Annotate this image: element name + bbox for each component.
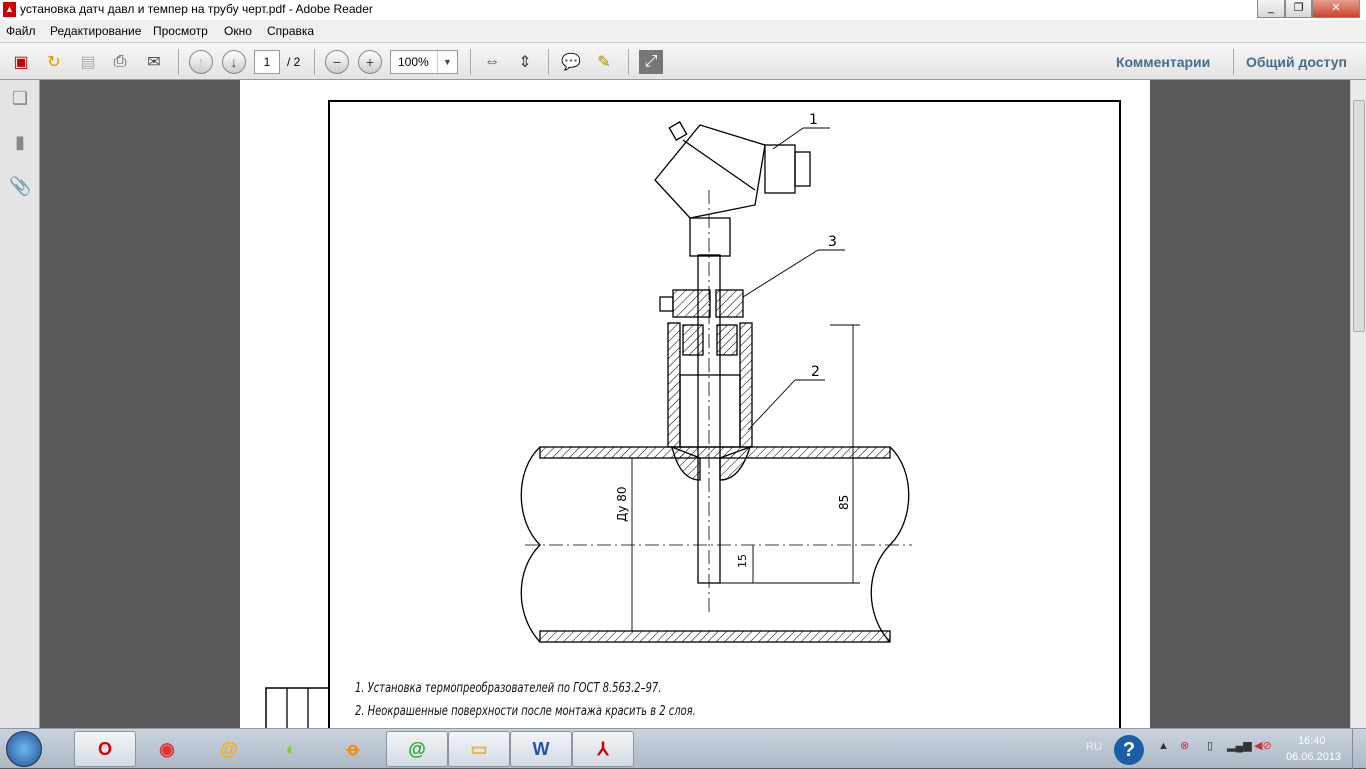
taskbar-adobe-reader[interactable]: ⅄ [572,731,634,767]
volume-muted-icon[interactable]: ◀⊘ [1254,739,1272,752]
help-icon[interactable]: ? [1114,735,1144,765]
taskbar-icq-agent[interactable]: @ [386,731,448,767]
dim-15: 15 [736,554,749,568]
clock-date[interactable]: 06.06.2013 [1286,751,1341,763]
dim-85: 85 [837,495,851,510]
clock-time[interactable]: 16:40 [1298,735,1326,747]
taskbar-opera[interactable]: O [74,731,136,767]
scrollbar-thumb[interactable] [1353,100,1365,332]
callout-3: 3 [828,234,837,250]
language-indicator[interactable]: RU [1086,741,1102,753]
note-2: 2. Неокрашенные поверхности после монтаж… [355,704,696,719]
taskbar-explorer[interactable]: ▭ [448,731,510,767]
taskbar: O ◉ @ ◐ ꝋ @ ▭ W ⅄ RU ? ▲ ⊗ ▯ ▂▄▆ ◀⊘ 16:4… [0,728,1366,769]
battery-icon[interactable]: ▯ [1207,739,1213,752]
start-button[interactable] [6,731,42,767]
callout-1: 1 [809,112,818,128]
taskbar-app[interactable]: ◐ [260,731,322,767]
note-1: 1. Установка термопреобразователей по ГО… [355,681,662,696]
taskbar-word[interactable]: W [510,731,572,767]
taskbar-chrome[interactable]: ◉ [136,731,198,767]
show-desktop-button[interactable] [1352,729,1366,769]
taskbar-odnoklassniki[interactable]: ꝋ [322,731,384,767]
technical-drawing: 1 2 3 Ду 80 85 15 [265,100,1121,728]
vertical-scrollbar[interactable] [1350,80,1366,728]
dim-du80: Ду 80 [615,486,629,522]
title-block [265,687,330,728]
taskbar-mail-agent[interactable]: @ [198,731,260,767]
signal-icon[interactable]: ▂▄▆ [1227,739,1252,752]
network-error-icon[interactable]: ⊗ [1180,739,1189,752]
show-hidden-icons-icon[interactable]: ▲ [1158,740,1169,752]
callout-2: 2 [811,364,820,380]
